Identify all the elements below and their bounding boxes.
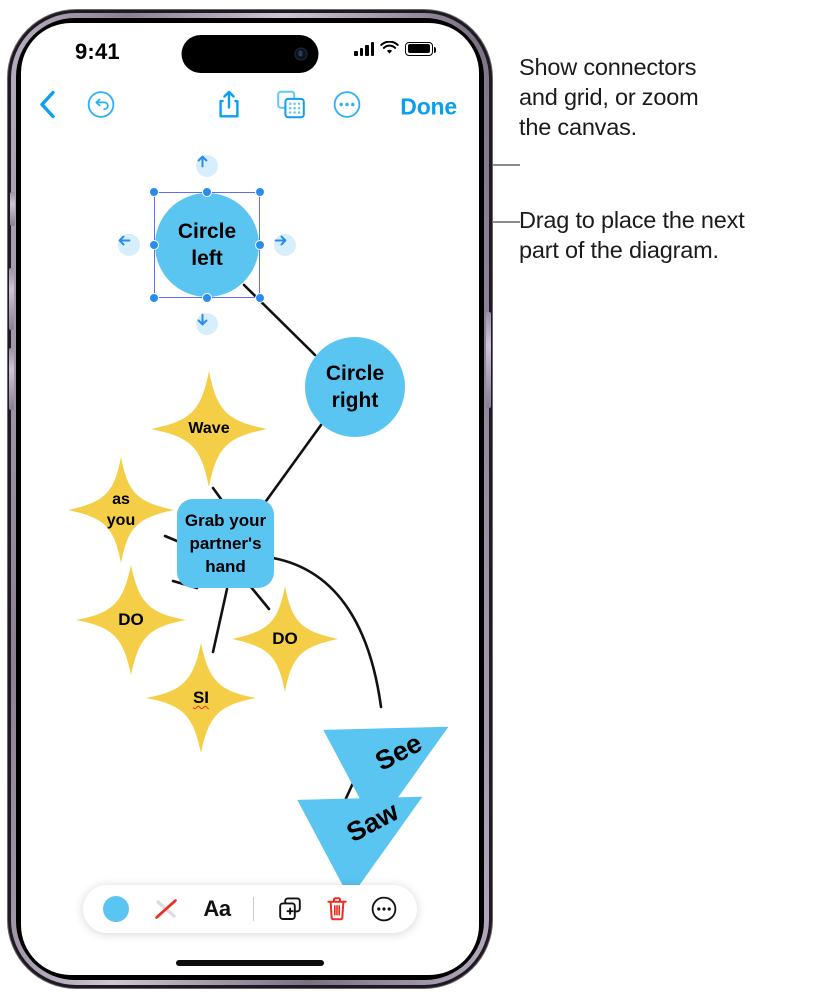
connector-doright-grab bbox=[249, 585, 271, 611]
dynamic-island bbox=[181, 35, 319, 73]
home-indicator[interactable] bbox=[176, 960, 324, 966]
connector-circleright-grab bbox=[259, 423, 323, 510]
connector-asyou-grab bbox=[163, 534, 179, 543]
device-screen: 9:41 Done See Saw Circle left Circle rig… bbox=[21, 23, 479, 975]
resize-handle-top-left[interactable] bbox=[149, 187, 159, 197]
add-connected-shape-down-button[interactable] bbox=[196, 313, 218, 335]
wifi-icon bbox=[380, 41, 399, 54]
trash-icon bbox=[327, 897, 347, 921]
fill-color-button[interactable] bbox=[103, 896, 129, 922]
undo-button[interactable] bbox=[87, 91, 115, 124]
signal-bars-icon bbox=[354, 41, 374, 56]
resize-handle-bottom-right[interactable] bbox=[255, 293, 265, 303]
screenshot-root: Show connectors and grid, or zoom the ca… bbox=[0, 0, 818, 998]
shape-circle-right[interactable] bbox=[305, 337, 405, 437]
resize-handle-bottom-left[interactable] bbox=[149, 293, 159, 303]
shape-star-si[interactable] bbox=[146, 643, 256, 753]
callout-show-connectors: Show connectors and grid, or zoom the ca… bbox=[519, 54, 699, 140]
connector-wave-grab bbox=[211, 486, 223, 501]
volume-up-button[interactable] bbox=[9, 268, 14, 330]
callout-drag-to-place: Drag to place the next part of the diagr… bbox=[519, 207, 745, 263]
add-connected-shape-left-button[interactable] bbox=[118, 234, 140, 256]
volume-down-button[interactable] bbox=[9, 348, 14, 410]
duplicate-icon bbox=[278, 897, 301, 920]
shape-star-do-left[interactable] bbox=[76, 565, 186, 675]
resize-handle-top-center[interactable] bbox=[202, 187, 212, 197]
front-camera-icon bbox=[294, 47, 308, 61]
chevron-left-icon bbox=[40, 90, 55, 119]
status-bar-clock: 9:41 bbox=[75, 39, 120, 64]
shape-star-do-right[interactable] bbox=[232, 586, 338, 692]
more-options-button[interactable] bbox=[333, 91, 361, 124]
shape-rounded-grab[interactable] bbox=[177, 499, 274, 588]
fill-color-swatch bbox=[103, 896, 129, 922]
power-button[interactable] bbox=[486, 312, 491, 408]
share-button[interactable] bbox=[217, 90, 241, 125]
silent-switch[interactable] bbox=[10, 192, 15, 226]
add-connected-shape-right-button[interactable] bbox=[274, 234, 296, 256]
more-format-options-button[interactable] bbox=[371, 896, 397, 922]
diagram-canvas[interactable]: See Saw Circle left Circle right Wave as… bbox=[21, 133, 479, 903]
back-button[interactable] bbox=[38, 90, 56, 125]
resize-handle-top-right[interactable] bbox=[255, 187, 265, 197]
more-circle-icon bbox=[371, 896, 397, 922]
status-bar: 9:41 bbox=[21, 23, 479, 81]
connector-si-grab bbox=[211, 587, 229, 654]
done-button[interactable]: Done bbox=[400, 94, 457, 121]
connectors-and-grid-icon bbox=[277, 90, 305, 119]
share-icon bbox=[219, 90, 239, 118]
resize-handle-middle-left[interactable] bbox=[149, 240, 159, 250]
connectors-and-grid-button[interactable] bbox=[276, 90, 306, 125]
resize-handle-middle-right[interactable] bbox=[255, 240, 265, 250]
format-toolbar: Aa bbox=[83, 885, 417, 933]
arrow-down-icon bbox=[197, 313, 208, 326]
top-toolbar: Done bbox=[21, 81, 479, 133]
text-format-button[interactable]: Aa bbox=[203, 896, 231, 922]
battery-icon bbox=[405, 41, 437, 56]
shape-star-wave[interactable] bbox=[151, 371, 267, 487]
stroke-color-button[interactable] bbox=[151, 895, 181, 923]
arrow-left-icon bbox=[118, 235, 131, 246]
arrow-right-icon bbox=[274, 235, 287, 246]
more-circle-icon bbox=[333, 91, 361, 118]
resize-handle-bottom-center[interactable] bbox=[202, 293, 212, 303]
status-bar-indicators bbox=[354, 41, 437, 56]
add-connected-shape-up-button[interactable] bbox=[196, 155, 218, 177]
iphone-device-frame: 9:41 Done See Saw Circle left Circle rig… bbox=[8, 10, 492, 988]
undo-circle-icon bbox=[87, 91, 115, 118]
delete-button[interactable] bbox=[325, 896, 349, 922]
text-format-label: Aa bbox=[203, 896, 231, 921]
shape-star-as-you[interactable] bbox=[68, 457, 174, 563]
no-stroke-icon bbox=[155, 899, 178, 919]
duplicate-button[interactable] bbox=[277, 896, 303, 922]
toolbar-divider bbox=[252, 897, 255, 921]
selection-bounding-box bbox=[154, 192, 260, 298]
arrow-up-icon bbox=[197, 155, 208, 168]
